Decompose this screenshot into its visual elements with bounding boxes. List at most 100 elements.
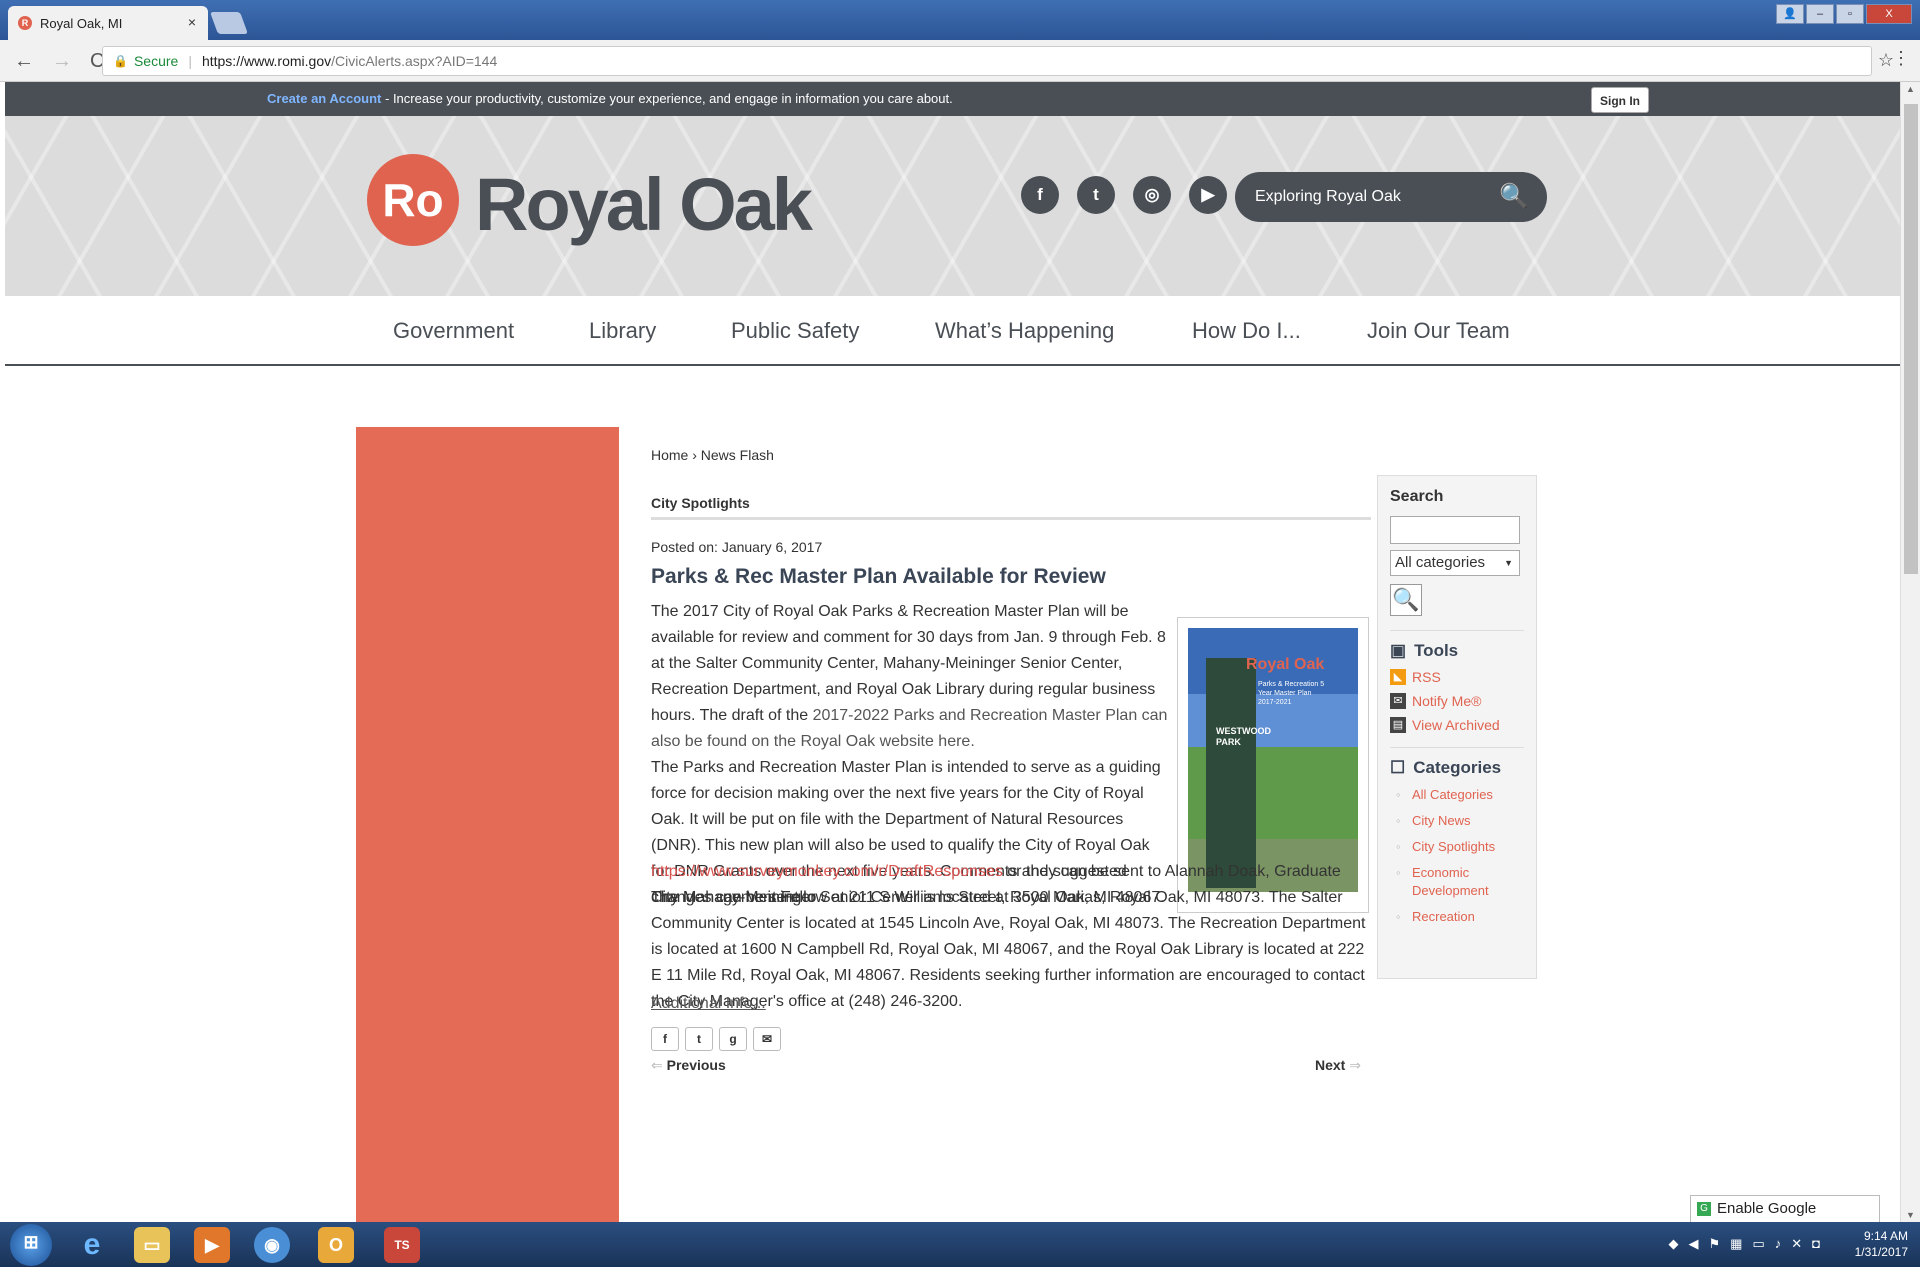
survey-link[interactable]: https://www.surveymonkey.com/r/DraftResp… — [651, 863, 1003, 880]
page-scrollbar[interactable]: ▲ ▼ — [1900, 82, 1920, 1222]
rss-link[interactable]: ◣ RSS — [1390, 669, 1524, 685]
system-tray: ◆ ◀ ⚑ ▦ ▭ ♪ ✕ ◘ — [1668, 1236, 1820, 1252]
nav-buttons: ← → C — [14, 50, 104, 73]
flag-icon[interactable]: ⚑ — [1708, 1236, 1720, 1252]
additional-info-link[interactable]: Additional Info... — [651, 995, 766, 1013]
category-city-news[interactable]: City News — [1390, 812, 1524, 830]
paragraph-1-text: The 2017 City of Royal Oak Parks & Recre… — [651, 603, 1166, 724]
display-icon[interactable]: ▭ — [1752, 1236, 1764, 1252]
twitter-icon[interactable]: t — [1077, 176, 1115, 214]
chrome-icon[interactable]: ◉ — [254, 1227, 290, 1263]
url-host: https://www.romi.gov — [201, 53, 332, 69]
previous-link[interactable]: ⇐ Previous — [651, 1057, 726, 1074]
browser-tab[interactable]: R Royal Oak, MI × — [8, 6, 208, 40]
main-nav: Government Library Public Safety What’s … — [5, 296, 1900, 366]
category-recreation[interactable]: Recreation — [1390, 908, 1524, 926]
sidebar-search-button[interactable]: 🔍 — [1390, 584, 1422, 616]
app-tray-icon[interactable]: ◘ — [1812, 1236, 1820, 1252]
category-all[interactable]: All Categories — [1390, 786, 1524, 804]
account-message-text: - Increase your productivity, customize … — [381, 91, 953, 106]
instagram-icon[interactable]: ◎ — [1133, 176, 1171, 214]
divider — [1390, 630, 1524, 631]
next-arrow-icon: ⇒ — [1349, 1057, 1361, 1073]
nav-how-do-i[interactable]: How Do I... — [1192, 318, 1301, 344]
share-twitter-icon[interactable]: t — [685, 1027, 713, 1051]
volume-icon[interactable]: ♪ — [1775, 1236, 1782, 1252]
network-icon[interactable]: ▦ — [1730, 1236, 1742, 1252]
media-player-icon[interactable]: ▶ — [194, 1227, 230, 1263]
security-icon[interactable]: ✕ — [1791, 1236, 1802, 1252]
lock-icon: 🔒 — [113, 54, 128, 68]
forward-icon[interactable]: → — [52, 50, 72, 73]
view-archived-link[interactable]: ▤ View Archived — [1390, 717, 1524, 733]
browser-titlebar: R Royal Oak, MI × 👤 – ▫ X — [0, 0, 1920, 40]
category-select[interactable]: All categories — [1390, 550, 1520, 576]
minimize-button[interactable]: – — [1806, 4, 1834, 24]
facebook-icon[interactable]: f — [1021, 176, 1059, 214]
create-account-link[interactable]: Create an Account — [267, 91, 381, 106]
site-search-input[interactable]: Exploring Royal Oak 🔍 — [1235, 172, 1547, 222]
nav-government[interactable]: Government — [393, 318, 514, 344]
logo-mark[interactable]: Ro — [367, 154, 459, 246]
clock-date: 1/31/2017 — [1854, 1245, 1908, 1259]
image-park-text: WESTWOOD PARK — [1216, 726, 1271, 747]
nav-whats-happening[interactable]: What’s Happening — [935, 318, 1114, 344]
categories-title-text: Categories — [1413, 758, 1502, 777]
account-message: Create an Account - Increase your produc… — [267, 91, 953, 106]
share-email-icon[interactable]: ✉ — [753, 1027, 781, 1051]
new-tab-button[interactable] — [209, 12, 249, 34]
scroll-down-icon[interactable]: ▼ — [1906, 1210, 1915, 1220]
tools-icon: ▣ — [1390, 641, 1407, 660]
previous-arrow-icon: ⇐ — [651, 1057, 663, 1073]
google-translate-icon: G — [1697, 1202, 1711, 1216]
share-facebook-icon[interactable]: f — [651, 1027, 679, 1051]
posted-date: Posted on: January 6, 2017 — [651, 539, 823, 555]
logo-text[interactable]: Royal Oak — [475, 162, 813, 247]
nav-public-safety[interactable]: Public Safety — [731, 318, 859, 344]
clock-time: 9:14 AM — [1863, 1229, 1908, 1243]
tray-arrow-icon[interactable]: ◀ — [1688, 1236, 1698, 1252]
url-path: /CivicAlerts.aspx?AID=144 — [331, 53, 498, 69]
paragraph-3-text: The Mahany-Meininger Senior Center is lo… — [651, 889, 1366, 1010]
scroll-up-icon[interactable]: ▲ — [1906, 84, 1915, 94]
url-input[interactable]: 🔒 Secure | https://www.romi.gov /CivicAl… — [102, 46, 1872, 76]
internet-explorer-icon[interactable]: e — [74, 1227, 110, 1263]
scrollbar-thumb[interactable] — [1904, 104, 1918, 574]
next-link[interactable]: Next ⇒ — [1315, 1057, 1361, 1074]
image-brand-text: Royal Oak — [1246, 656, 1325, 673]
clock[interactable]: 9:14 AM 1/31/2017 — [1855, 1228, 1908, 1260]
user-icon[interactable]: 👤 — [1776, 4, 1804, 24]
nav-join-our-team[interactable]: Join Our Team — [1367, 318, 1510, 344]
tools-title-text: Tools — [1414, 641, 1459, 660]
breadcrumb[interactable]: Home › News Flash — [651, 447, 774, 463]
youtube-icon[interactable]: ▶ — [1189, 176, 1227, 214]
left-sidebar — [356, 427, 619, 1222]
previous-label: Previous — [666, 1057, 726, 1073]
start-button[interactable]: ⊞ — [10, 1224, 52, 1266]
search-icon[interactable]: 🔍 — [1499, 182, 1529, 211]
outlook-icon[interactable]: O — [318, 1227, 354, 1263]
close-window-button[interactable]: X — [1866, 4, 1912, 24]
rss-icon: ◣ — [1390, 669, 1406, 685]
dropbox-icon[interactable]: ◆ — [1668, 1236, 1678, 1252]
notify-me-link[interactable]: ✉ Notify Me® — [1390, 693, 1524, 709]
sidebar-search-title: Search — [1390, 488, 1444, 505]
category-economic-development[interactable]: Economic Development — [1390, 864, 1524, 900]
maximize-button[interactable]: ▫ — [1836, 4, 1864, 24]
url-separator: | — [188, 53, 192, 69]
share-google-icon[interactable]: g — [719, 1027, 747, 1051]
google-translate-button[interactable]: G Enable Google Translate — [1690, 1195, 1880, 1243]
category-city-spotlights[interactable]: City Spotlights — [1390, 838, 1524, 856]
sign-in-button[interactable]: Sign In — [1591, 87, 1649, 113]
tab-close-icon[interactable]: × — [188, 14, 196, 30]
favicon-icon: R — [18, 16, 32, 30]
menu-icon[interactable]: ⋮ — [1892, 48, 1910, 69]
sidebar-search-input[interactable] — [1390, 516, 1520, 544]
timesheet-icon[interactable]: TS — [384, 1227, 420, 1263]
back-icon[interactable]: ← — [14, 50, 34, 73]
nav-library[interactable]: Library — [589, 318, 656, 344]
file-explorer-icon[interactable]: ▭ — [134, 1227, 170, 1263]
rss-label: RSS — [1412, 669, 1441, 685]
notify-label: Notify Me® — [1412, 693, 1482, 709]
categories-icon: ☐ — [1390, 758, 1406, 777]
